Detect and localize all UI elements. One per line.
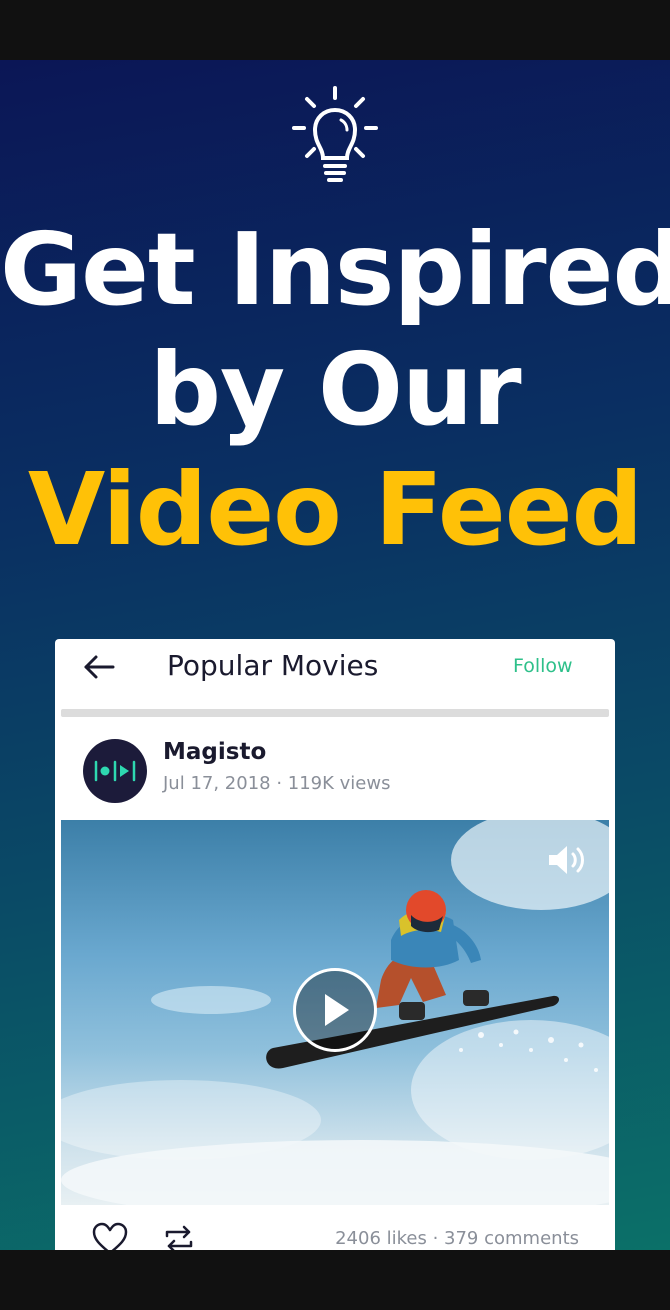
repost-icon[interactable] [163,1224,195,1250]
header-divider [61,709,609,717]
play-button[interactable] [293,968,377,1052]
magisto-logo-icon [94,760,136,782]
post-actions: 2406 likes · 379 comments [55,1214,615,1250]
post-stats: 2406 likes · 379 comments [335,1228,579,1249]
headline-line-3: Video Feed [27,451,643,568]
back-arrow-icon[interactable] [83,653,115,681]
video-feed-card: Popular Movies Follow Magisto Jul 17, 20… [55,639,615,1250]
video-player[interactable] [61,820,609,1205]
follow-button[interactable]: Follow [513,655,573,677]
avatar[interactable] [83,739,147,803]
navigation-bar [0,1250,670,1310]
heart-icon[interactable] [91,1222,129,1250]
author-name[interactable]: Magisto [163,739,266,765]
promo-banner: Get Inspired by Our Video Feed Popular M… [0,60,670,1250]
post-meta: Jul 17, 2018 · 119K views [163,773,391,794]
status-bar [0,0,670,60]
play-icon [325,994,349,1026]
headline-line-1: Get Inspired [0,211,670,328]
volume-icon[interactable] [545,842,589,878]
headline-line-2: by Our [149,331,521,448]
page-title: Popular Movies [167,649,379,682]
lightbulb-icon [292,86,378,182]
card-header: Popular Movies Follow [55,639,615,711]
